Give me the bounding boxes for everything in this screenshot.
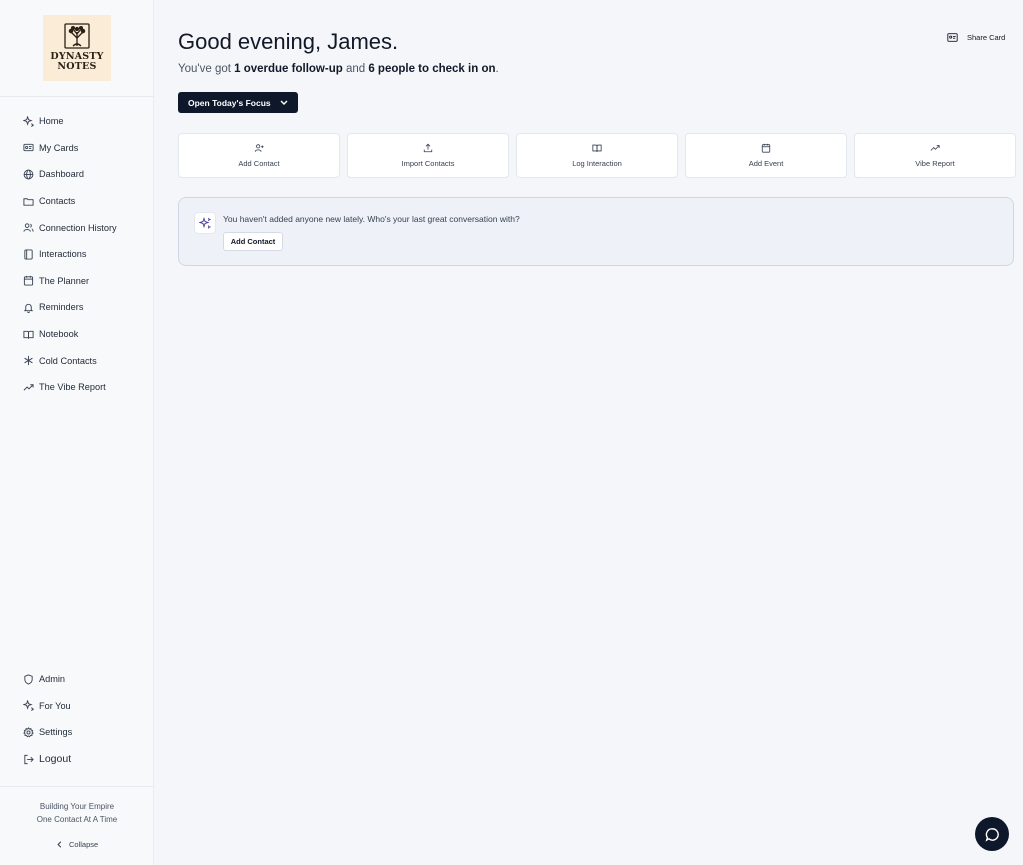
nudge-add-contact-button[interactable]: Add Contact xyxy=(223,232,283,251)
sidebar-item-label: Admin xyxy=(39,674,66,685)
tagline-line1: Building Your Empire xyxy=(39,802,115,811)
nudge-icon-box xyxy=(194,212,216,234)
logo-text: DYNASTY NOTES xyxy=(50,52,103,72)
sparkles-icon xyxy=(23,115,34,127)
sidebar-item-notebook[interactable]: Notebook xyxy=(0,321,154,348)
page-title: Good evening, James. xyxy=(178,29,399,54)
sidebar-item-contacts[interactable]: Contacts xyxy=(0,188,154,215)
sidebar-item-label: The Vibe Report xyxy=(39,382,106,393)
calendar-icon xyxy=(23,276,34,286)
sidebar: DYNASTY NOTES Home My Cards Dashboard Co… xyxy=(0,0,154,865)
summary-line: You've got 1 overdue follow-up and 6 peo… xyxy=(178,63,499,75)
logo-text-line2: NOTES xyxy=(57,61,97,72)
action-label: Add Contact xyxy=(238,159,280,168)
sidebar-item-interactions[interactable]: Interactions xyxy=(0,241,154,268)
upload-icon xyxy=(423,143,433,153)
summary-prefix: You've got xyxy=(178,63,235,75)
summary-suffix: . xyxy=(495,63,499,75)
users-icon xyxy=(23,223,34,232)
sidebar-item-label: Settings xyxy=(39,727,73,738)
tree-logo-icon xyxy=(64,23,90,49)
sidebar-item-dashboard[interactable]: Dashboard xyxy=(0,161,154,188)
quick-actions: Add Contact Import Contacts Log Interact… xyxy=(178,133,1016,178)
sidebar-item-label: Contacts xyxy=(39,196,76,207)
snowflake-icon xyxy=(24,356,33,366)
sidebar-item-logout[interactable]: Logout xyxy=(0,746,154,773)
sidebar-item-for-you[interactable]: For You xyxy=(0,693,154,720)
sidebar-item-the-planner[interactable]: The Planner xyxy=(0,268,154,295)
sidebar-item-label: Notebook xyxy=(39,329,79,340)
chat-button[interactable] xyxy=(975,817,1009,851)
sidebar-item-home[interactable]: Home xyxy=(0,108,154,135)
trending-up-icon xyxy=(930,145,940,151)
share-card-button[interactable]: Share Card xyxy=(947,33,1005,42)
sidebar-nav: Home My Cards Dashboard Contacts Connect… xyxy=(0,108,154,401)
calendar-icon xyxy=(761,143,771,153)
summary-middle: and xyxy=(342,63,369,75)
share-card-label: Share Card xyxy=(967,33,1006,42)
open-book-icon xyxy=(23,330,34,339)
sidebar-item-label: My Cards xyxy=(39,142,79,153)
sidebar-bottom-nav: Admin For You Settings Logout xyxy=(0,666,154,772)
sidebar-item-label: For You xyxy=(39,700,71,711)
nudge-message: You haven't added anyone new lately. Who… xyxy=(223,214,520,224)
sidebar-item-label: Home xyxy=(39,116,64,127)
sidebar-item-my-cards[interactable]: My Cards xyxy=(0,135,154,162)
trending-up-icon xyxy=(23,384,34,391)
sidebar-item-reminders[interactable]: Reminders xyxy=(0,294,154,321)
sidebar-item-label: Cold Contacts xyxy=(39,355,97,366)
chevron-left-icon xyxy=(57,841,62,848)
chevron-down-icon xyxy=(280,100,288,105)
sidebar-item-label: Interactions xyxy=(39,249,87,260)
focus-button-label: Open Today's Focus xyxy=(188,97,271,108)
chat-bubble-icon xyxy=(984,827,999,842)
overdue-count: 1 overdue follow-up xyxy=(234,63,343,75)
sidebar-item-the-vibe-report[interactable]: The Vibe Report xyxy=(0,374,154,401)
sidebar-item-label: Reminders xyxy=(39,302,84,313)
log-interaction-action[interactable]: Log Interaction xyxy=(516,133,678,178)
open-todays-focus-button[interactable]: Open Today's Focus xyxy=(178,92,298,113)
action-label: Import Contacts xyxy=(401,159,455,168)
sidebar-item-label: Dashboard xyxy=(39,169,84,180)
sparkles-icon xyxy=(23,700,34,712)
sidebar-tagline: Building Your Empire One Contact At A Ti… xyxy=(0,800,154,826)
add-event-action[interactable]: Add Event xyxy=(685,133,847,178)
id-card-icon xyxy=(23,144,34,152)
sidebar-item-label: Connection History xyxy=(39,222,117,233)
checkin-count: 6 people to check in on xyxy=(368,63,496,75)
sidebar-item-settings[interactable]: Settings xyxy=(0,719,154,746)
sidebar-item-cold-contacts[interactable]: Cold Contacts xyxy=(0,347,154,374)
gear-icon xyxy=(23,727,34,738)
id-card-icon xyxy=(947,33,958,42)
sidebar-divider xyxy=(0,786,154,787)
action-label: Log Interaction xyxy=(572,159,622,168)
folder-icon xyxy=(23,197,34,206)
globe-icon xyxy=(23,169,34,180)
sidebar-item-connection-history[interactable]: Connection History xyxy=(0,214,154,241)
sidebar-item-admin[interactable]: Admin xyxy=(0,666,154,693)
sparkles-icon xyxy=(199,217,211,229)
nudge-card: You haven't added anyone new lately. Who… xyxy=(178,197,1014,266)
sidebar-item-label: The Planner xyxy=(39,275,90,286)
user-plus-icon xyxy=(254,144,264,152)
book-icon xyxy=(24,249,33,260)
collapse-label: Collapse xyxy=(69,840,99,849)
logout-icon xyxy=(24,754,34,764)
action-label: Vibe Report xyxy=(915,159,955,168)
action-label: Add Event xyxy=(748,159,784,168)
import-contacts-action[interactable]: Import Contacts xyxy=(347,133,509,178)
bell-icon xyxy=(23,303,34,313)
shield-icon xyxy=(24,674,33,685)
open-book-icon xyxy=(592,144,602,152)
sidebar-divider xyxy=(0,96,154,97)
vibe-report-action[interactable]: Vibe Report xyxy=(854,133,1016,178)
add-contact-action[interactable]: Add Contact xyxy=(178,133,340,178)
collapse-button[interactable]: Collapse xyxy=(55,840,98,849)
sidebar-item-label: Logout xyxy=(39,753,72,766)
tagline-line2: One Contact At A Time xyxy=(36,815,118,824)
brand-logo[interactable]: DYNASTY NOTES xyxy=(43,15,111,81)
